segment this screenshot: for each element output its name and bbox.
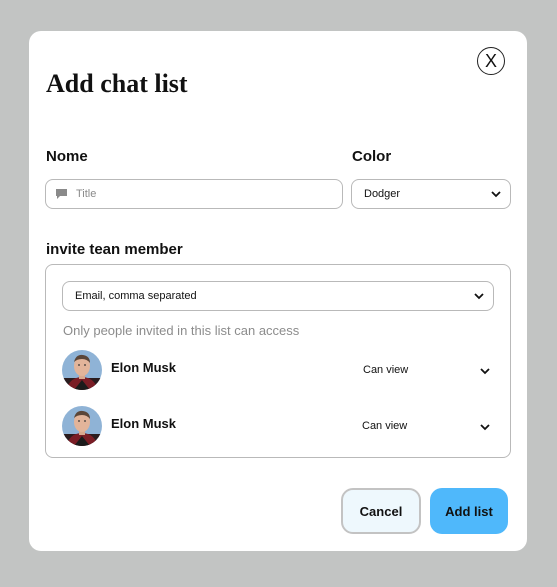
permission-select[interactable]: Can view — [350, 362, 495, 380]
invite-label: invite tean member — [46, 241, 183, 258]
permission-value: Can view — [362, 420, 408, 432]
permission-value: Can view — [363, 364, 409, 376]
add-chat-list-dialog: X Add chat list Nome Color Dodger invite… — [29, 31, 527, 551]
member-row: Elon Musk Can view — [62, 406, 494, 446]
member-row: Elon Musk Can view — [62, 350, 494, 390]
dialog-title: Add chat list — [46, 69, 188, 98]
chevron-down-icon — [490, 188, 502, 200]
add-list-button[interactable]: Add list — [430, 488, 508, 534]
email-select[interactable]: Email, comma separated — [62, 281, 494, 311]
email-select-value: Email, comma separated — [75, 290, 197, 302]
chevron-down-icon — [473, 290, 485, 302]
color-select[interactable]: Dodger — [351, 179, 511, 209]
avatar — [62, 406, 102, 446]
member-name: Elon Musk — [111, 360, 177, 375]
name-label: Nome — [46, 148, 88, 165]
color-label: Color — [352, 148, 392, 165]
member-name: Elon Musk — [111, 416, 177, 431]
title-input[interactable] — [76, 188, 316, 200]
close-button[interactable]: X — [477, 47, 505, 75]
avatar — [62, 350, 102, 390]
cancel-button[interactable]: Cancel — [341, 488, 421, 534]
invite-panel: Email, comma separated Only people invit… — [45, 264, 511, 458]
permission-select[interactable]: Can view — [350, 418, 495, 436]
chat-bubble-icon — [54, 187, 68, 201]
close-icon[interactable]: X — [485, 51, 497, 72]
title-field[interactable] — [45, 179, 343, 209]
chevron-down-icon — [479, 365, 491, 377]
chevron-down-icon — [479, 421, 491, 433]
access-note: Only people invited in this list can acc… — [63, 323, 300, 338]
color-select-value: Dodger — [364, 188, 401, 200]
